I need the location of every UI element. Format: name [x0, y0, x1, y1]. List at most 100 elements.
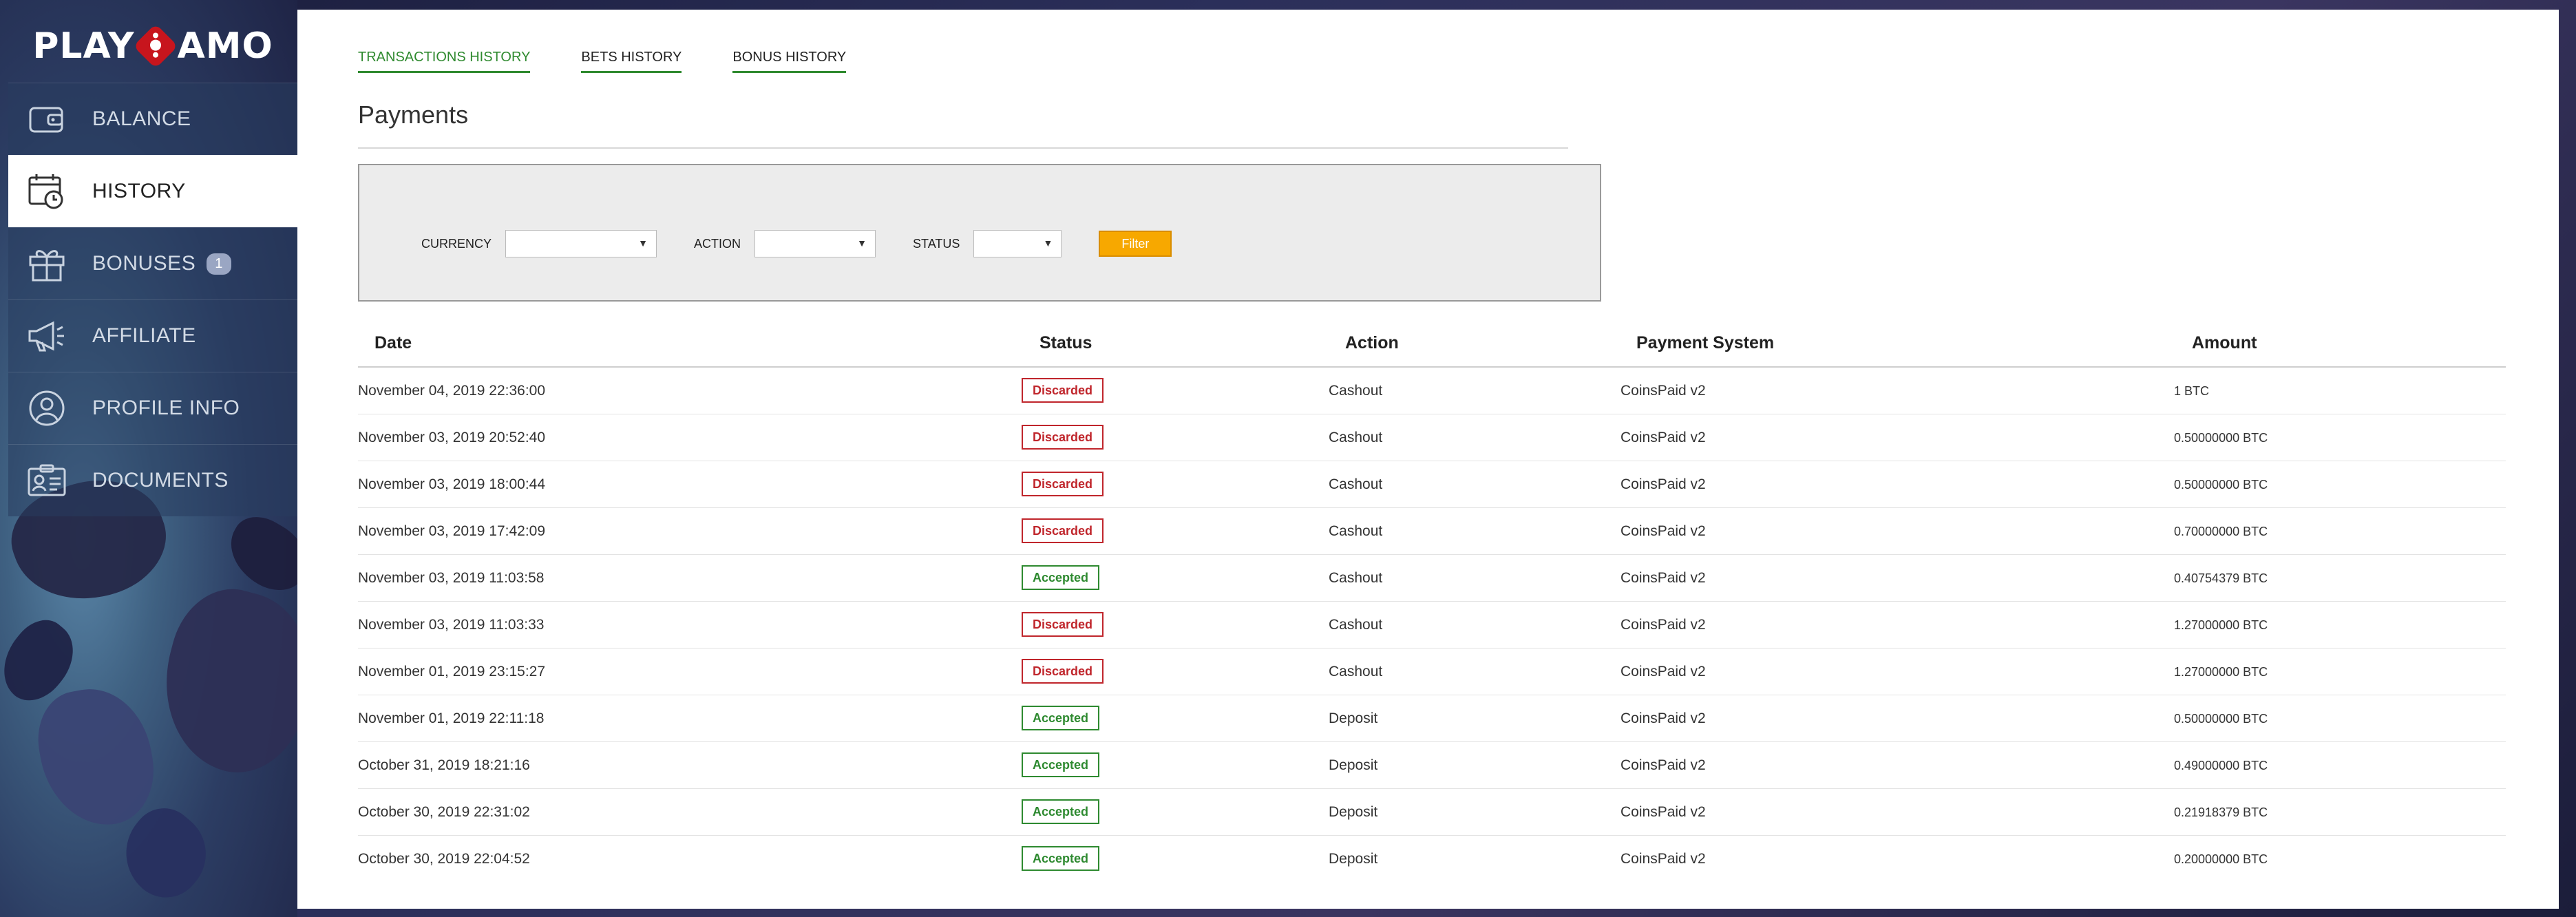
date-cell: November 04, 2019 22:36:00 [358, 383, 546, 399]
payment-system-cell: CoinsPaid v2 [1620, 710, 1706, 726]
amount-cell: 0.21918379 BTC [2174, 805, 2268, 819]
currency-select[interactable]: ▼ [505, 230, 657, 257]
amount-cell: 0.50000000 BTC [2174, 478, 2268, 492]
sidebar-item-profile-info[interactable]: PROFILE INFO [8, 372, 297, 444]
sidebar-item-label: PROFILE INFO [92, 397, 240, 419]
status-badge: Accepted [1022, 565, 1100, 590]
sidebar-item-bonuses[interactable]: BONUSES 1 [8, 227, 297, 299]
amount-cell: 1.27000000 BTC [2174, 618, 2268, 632]
filter-button[interactable]: Filter [1099, 231, 1172, 257]
date-cell: October 30, 2019 22:04:52 [358, 851, 530, 867]
tab-bonus-history[interactable]: BONUS HISTORY [732, 50, 847, 73]
decorative-rock [30, 679, 163, 835]
sidebar-item-history[interactable]: HISTORY [8, 155, 297, 227]
table-row: November 03, 2019 11:03:33 Discarded Cas… [358, 602, 2506, 649]
table-row: October 30, 2019 22:04:52 Accepted Depos… [358, 836, 2506, 883]
date-cell: November 01, 2019 23:15:27 [358, 664, 546, 679]
action-cell: Cashout [1329, 430, 1383, 445]
wallet-icon [25, 98, 69, 140]
action-cell: Cashout [1329, 664, 1383, 679]
gift-icon [25, 243, 69, 284]
status-badge: Discarded [1022, 659, 1104, 684]
bonuses-count-badge: 1 [207, 253, 231, 275]
payment-system-cell: CoinsPaid v2 [1620, 430, 1706, 445]
status-badge: Discarded [1022, 612, 1104, 637]
amount-cell: 1.27000000 BTC [2174, 665, 2268, 679]
date-cell: November 03, 2019 17:42:09 [358, 523, 546, 539]
decorative-rock [217, 507, 297, 602]
date-cell: November 03, 2019 11:03:33 [358, 617, 545, 633]
tab-transactions-history[interactable]: TRANSACTIONS HISTORY [358, 50, 531, 73]
logo-text-right: AMO [177, 25, 273, 67]
payment-system-cell: CoinsPaid v2 [1620, 476, 1706, 492]
table-row: October 30, 2019 22:31:02 Accepted Depos… [358, 789, 2506, 836]
playamo-logo[interactable]: PLAY AMO [8, 10, 297, 83]
sidebar-item-label: BALANCE [92, 107, 191, 130]
date-cell: November 03, 2019 11:03:58 [358, 570, 545, 586]
history-tabs: TRANSACTIONS HISTORY BETS HISTORY BONUS … [358, 50, 847, 73]
status-label: STATUS [913, 236, 960, 251]
table-row: November 03, 2019 18:00:44 Discarded Cas… [358, 461, 2506, 508]
payment-system-cell: CoinsPaid v2 [1620, 664, 1706, 679]
action-cell: Deposit [1329, 757, 1378, 773]
amount-cell: 1 BTC [2174, 384, 2210, 398]
tab-bets-history[interactable]: BETS HISTORY [581, 50, 682, 73]
column-header-action[interactable]: Action [1345, 333, 1399, 353]
table-row: November 01, 2019 23:15:27 Discarded Cas… [358, 649, 2506, 695]
payment-system-cell: CoinsPaid v2 [1620, 523, 1706, 539]
column-header-date[interactable]: Date [374, 333, 412, 353]
currency-label: CURRENCY [421, 236, 492, 251]
amount-cell: 0.49000000 BTC [2174, 759, 2268, 772]
action-cell: Deposit [1329, 710, 1378, 726]
table-header: Date Status Action Payment System Amount [358, 319, 2506, 368]
page-title: Payments [358, 101, 469, 129]
id-card-icon [25, 460, 69, 501]
payment-system-cell: CoinsPaid v2 [1620, 757, 1706, 773]
status-badge: Discarded [1022, 472, 1104, 496]
sidebar-item-label: HISTORY [92, 180, 186, 202]
status-badge: Discarded [1022, 425, 1104, 450]
action-cell: Cashout [1329, 383, 1383, 399]
payments-table: Date Status Action Payment System Amount… [358, 319, 2506, 883]
dice-icon [133, 23, 179, 69]
action-cell: Deposit [1329, 804, 1378, 820]
decorative-rock [144, 576, 297, 787]
date-cell: November 03, 2019 20:52:40 [358, 430, 546, 445]
action-select[interactable]: ▼ [754, 230, 876, 257]
status-badge: Accepted [1022, 706, 1100, 730]
status-badge: Accepted [1022, 752, 1100, 777]
amount-cell: 0.50000000 BTC [2174, 712, 2268, 726]
payment-system-cell: CoinsPaid v2 [1620, 570, 1706, 586]
sidebar-item-label: BONUSES [92, 252, 196, 275]
table-row: October 31, 2019 18:21:16 Accepted Depos… [358, 742, 2506, 789]
action-cell: Cashout [1329, 523, 1383, 539]
sidebar-item-documents[interactable]: DOCUMENTS [8, 444, 297, 516]
action-cell: Cashout [1329, 617, 1383, 633]
caret-down-icon: ▼ [638, 238, 648, 249]
filter-row: CURRENCY ▼ ACTION ▼ STATUS ▼ Filter [421, 230, 1172, 257]
status-badge: Discarded [1022, 378, 1104, 403]
column-header-amount[interactable]: Amount [2192, 333, 2257, 353]
table-row: November 04, 2019 22:36:00 Discarded Cas… [358, 368, 2506, 414]
status-badge: Accepted [1022, 846, 1100, 871]
sidebar: PLAY AMO BALANCE HISTORY BONUSES 1 AFFIL… [8, 10, 297, 516]
column-header-status[interactable]: Status [1039, 333, 1092, 353]
sidebar-item-affiliate[interactable]: AFFILIATE [8, 299, 297, 372]
amount-cell: 0.70000000 BTC [2174, 525, 2268, 538]
sidebar-item-balance[interactable]: BALANCE [8, 83, 297, 155]
caret-down-icon: ▼ [857, 238, 867, 249]
logo-text-left: PLAY [32, 25, 135, 67]
calendar-clock-icon [25, 171, 69, 212]
payment-system-cell: CoinsPaid v2 [1620, 804, 1706, 820]
action-cell: Cashout [1329, 570, 1383, 586]
action-label: ACTION [694, 236, 741, 251]
column-header-payment-system[interactable]: Payment System [1636, 333, 1774, 353]
amount-cell: 0.40754379 BTC [2174, 571, 2268, 585]
table-row: November 03, 2019 17:42:09 Discarded Cas… [358, 508, 2506, 555]
user-icon [25, 388, 69, 429]
status-select[interactable]: ▼ [973, 230, 1062, 257]
filter-panel: CURRENCY ▼ ACTION ▼ STATUS ▼ Filter [358, 164, 1601, 302]
status-badge: Discarded [1022, 518, 1104, 543]
action-cell: Cashout [1329, 476, 1383, 492]
payment-system-cell: CoinsPaid v2 [1620, 851, 1706, 867]
